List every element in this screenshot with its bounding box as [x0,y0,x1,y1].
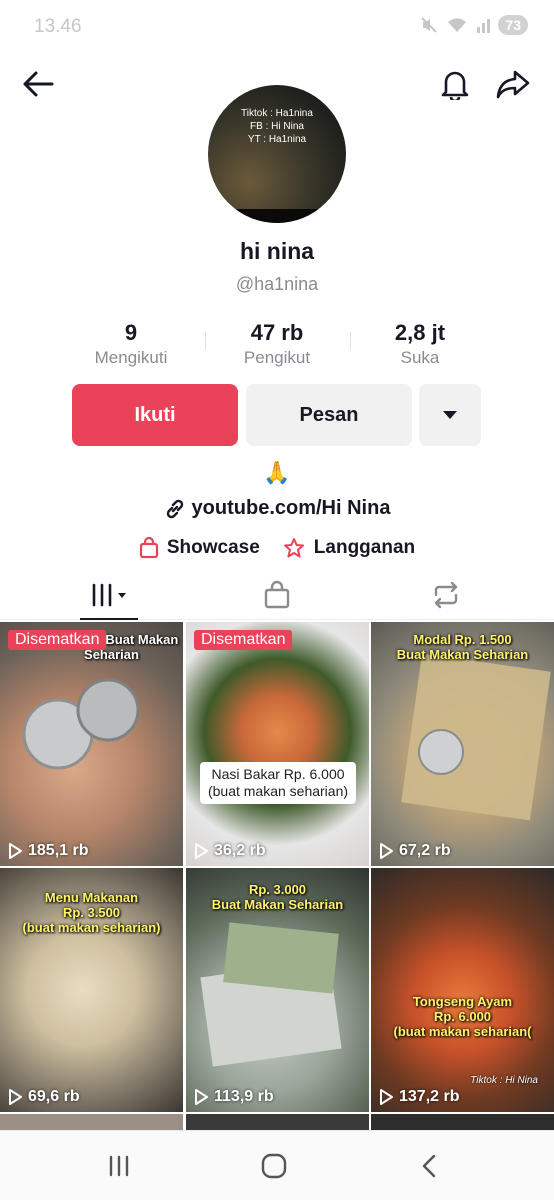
link-icon [166,499,183,518]
message-button[interactable]: Pesan [246,384,412,446]
stat-followers[interactable]: 47 rb Pengikut [207,320,347,368]
bio-emoji: 🙏 [263,460,291,485]
video-caption: Modal Rp. 1.500 Buat Makan Seharian [396,632,529,662]
battery-indicator: 73 [498,15,528,35]
status-icons: 73 [420,15,528,35]
view-count: 36,2 rb [194,842,266,860]
play-icon [380,1089,393,1105]
showcase-link[interactable]: Showcase [139,537,260,559]
status-time: 13.46 [34,16,82,37]
subscription-link[interactable]: Langganan [282,537,415,559]
tab-reposts[interactable] [354,570,538,620]
bio-link-text: youtube.com/Hi Nina [191,497,391,519]
pinned-badge: Disematkan [8,630,107,650]
share-arrow-icon [496,70,530,99]
play-icon [380,843,393,859]
play-icon [195,843,208,859]
video-grid: Rp. 1.000 Buat Makan Seharian Disematkan… [0,622,554,1130]
share-button[interactable] [491,62,535,106]
view-count: 185,1 rb [8,842,88,860]
system-nav-bar [0,1130,554,1200]
chevron-left-icon [422,1154,436,1178]
arrow-left-icon [23,71,54,97]
bell-icon [441,71,469,100]
recent-apps-button[interactable] [89,1143,149,1189]
home-button[interactable] [244,1143,304,1189]
display-name: hi nina [239,238,315,264]
stat-divider [205,332,206,350]
mute-icon [421,17,438,33]
shopping-bag-icon [264,580,290,609]
video-thumbnail[interactable]: Rp. 3.000 Buat Makan Seharian 113,9 rb [186,868,369,1112]
home-icon [261,1153,287,1179]
notification-button[interactable] [433,62,477,106]
view-count: 67,2 rb [379,842,451,860]
view-count: 69,6 rb [8,1088,80,1106]
video-thumbnail[interactable]: Modal Rp. 1.500 Buat Makan Seharian 67,2… [371,622,554,866]
stat-following[interactable]: 9 Mengikuti [61,320,201,368]
play-icon [195,1089,208,1105]
tab-shop[interactable] [185,570,369,620]
grid-icon [92,583,126,607]
play-icon [9,1089,22,1105]
video-caption: Rp. 3.000 Buat Makan Seharian [211,882,344,912]
video-thumbnail[interactable]: Disematkan Nasi Bakar Rp. 6.000 (buat ma… [186,622,369,866]
view-count: 113,9 rb [194,1088,274,1106]
tab-videos[interactable] [18,570,202,620]
video-thumbnail[interactable] [186,1114,369,1130]
avatar[interactable]: Tiktok : Ha1nina FB : Hi Nina YT : Ha1ni… [208,85,346,223]
video-thumbnail[interactable]: Tongseng Ayam Rp. 6.000 (buat makan seha… [371,868,554,1112]
back-button[interactable] [16,62,60,106]
wifi-icon [448,18,467,32]
video-watermark: Tiktok : Hi Nina [470,1075,538,1086]
video-thumbnail[interactable] [371,1114,554,1130]
profile-tabs [0,570,554,620]
video-thumbnail[interactable]: Menu Makanan Rp. 3.500 (buat makan sehar… [0,868,183,1112]
avatar-text: Tiktok : Ha1nina FB : Hi Nina YT : Ha1ni… [241,108,313,145]
status-bar: 13.46 73 [0,0,554,56]
play-icon [9,843,22,859]
video-thumbnail[interactable] [0,1114,183,1130]
caret-down-icon [443,411,457,419]
pinned-badge: Disematkan [194,630,293,650]
bio-actions: Showcase Langganan [0,537,554,559]
stat-likes[interactable]: 2,8 jt Suka [350,320,490,368]
signal-icon [477,19,491,33]
video-caption: Nasi Bakar Rp. 6.000 (buat makan seharia… [200,762,356,804]
shopping-bag-icon [139,537,158,559]
username: @ha1nina [235,274,319,294]
system-back-button[interactable] [399,1143,459,1189]
recent-apps-icon [109,1155,129,1177]
video-caption: Menu Makanan Rp. 3.500 (buat makan sehar… [22,890,161,935]
view-count: 137,2 rb [379,1088,459,1106]
tab-indicator [80,618,138,620]
video-caption: Tongseng Ayam Rp. 6.000 (buat makan seha… [393,994,532,1039]
bio-link[interactable]: youtube.com/Hi Nina [0,497,554,520]
video-thumbnail[interactable]: Rp. 1.000 Buat Makan Seharian Disematkan… [0,622,183,866]
follow-button[interactable]: Ikuti [72,384,238,446]
repost-icon [434,581,458,609]
star-badge-icon [283,538,304,558]
more-options-button[interactable] [419,384,481,446]
